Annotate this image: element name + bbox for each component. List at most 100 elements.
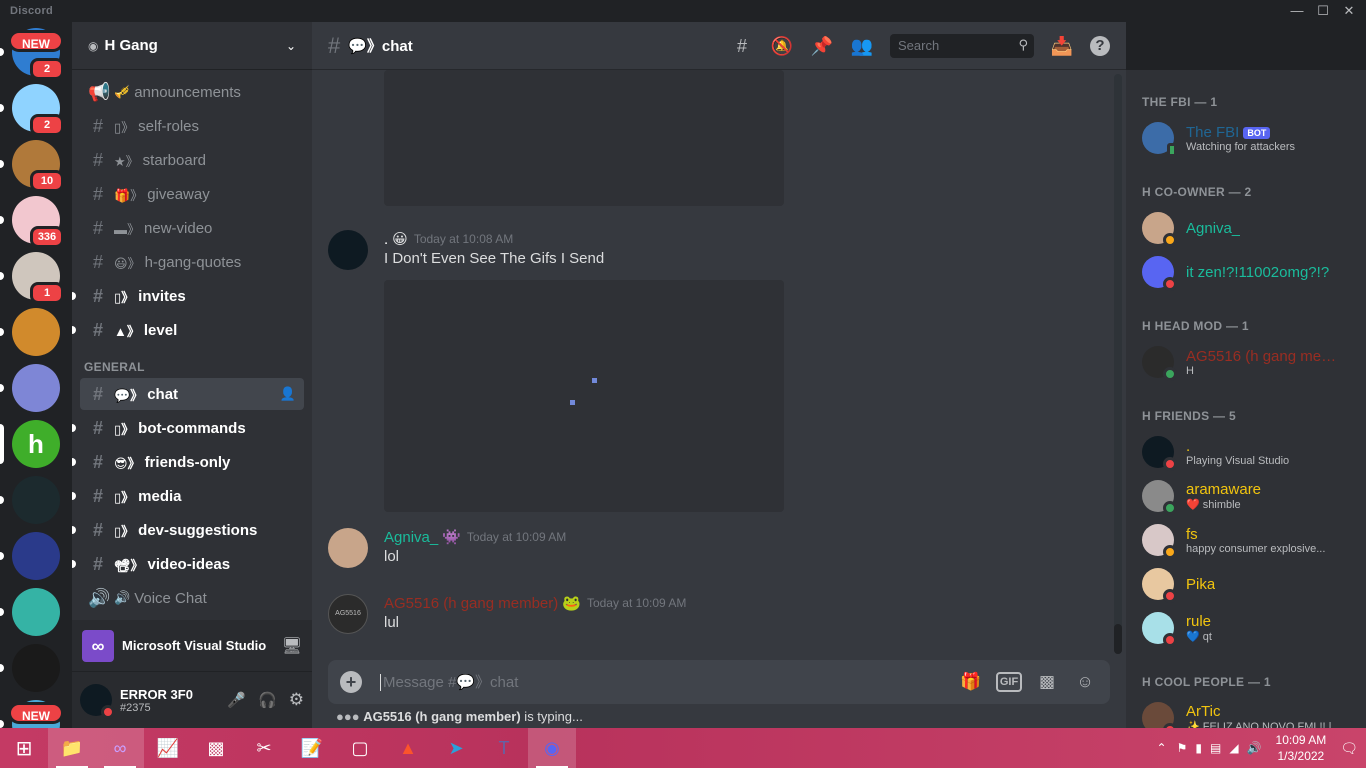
server-icon[interactable] <box>12 532 60 580</box>
message-avatar[interactable]: AG5516 <box>328 594 368 634</box>
message-author[interactable]: . <box>384 231 388 248</box>
visual-studio-taskbar-icon[interactable]: ∞ <box>96 728 144 768</box>
server-icon[interactable]: 336 <box>12 196 64 248</box>
channel-emoji-icon: 💬》 <box>114 387 144 403</box>
server-icon[interactable]: 10 <box>12 140 64 192</box>
brave-browser-icon[interactable]: ▲ <box>384 728 432 768</box>
server-icon[interactable] <box>12 308 60 356</box>
member-item[interactable]: AG5516 (h gang mem... H <box>1142 340 1358 384</box>
server-icon[interactable]: h <box>12 420 60 468</box>
upload-plus-button[interactable]: + <box>340 671 362 693</box>
user-avatar[interactable] <box>80 684 115 719</box>
member-status-text: happy consumer explosive... <box>1186 542 1326 555</box>
settings-gear-icon[interactable]: ⚙ <box>289 690 304 710</box>
tray-wifi-icon[interactable]: ◢ <box>1229 741 1238 755</box>
start-button[interactable]: ⊞ <box>0 728 48 768</box>
typing-indicator: ●●● AG5516 (h gang member) is typing... <box>336 709 583 724</box>
virtualbox-icon[interactable]: ▢ <box>336 728 384 768</box>
tray-chevron-up-icon[interactable]: ⌃ <box>1157 741 1167 755</box>
close-button[interactable]: ✕ <box>1332 2 1366 20</box>
gif-button[interactable]: GIF <box>996 672 1022 692</box>
member-item[interactable]: aramaware ❤️ shimble <box>1142 474 1358 518</box>
scrollbar-thumb[interactable] <box>1114 624 1122 654</box>
threads-icon[interactable]: # <box>730 34 754 58</box>
message-author[interactable]: AG5516 (h gang member) <box>384 595 558 612</box>
server-icon[interactable] <box>12 644 60 692</box>
microsoft-teams-icon[interactable]: T <box>480 728 528 768</box>
gift-icon[interactable]: 🎁 <box>958 669 984 695</box>
server-icon[interactable]: 2 <box>12 84 64 136</box>
screen-share-icon[interactable]: 🖥 <box>282 636 302 656</box>
telegram-icon[interactable]: ➤ <box>432 728 480 768</box>
channel-h-gang-quotes[interactable]: # 😃》 h-gang-quotes <box>80 246 304 278</box>
tray-flag-icon[interactable]: ⚑ <box>1177 741 1188 755</box>
help-icon[interactable]: ? <box>1090 35 1110 56</box>
snipping-tool-icon[interactable]: ✂ <box>240 728 288 768</box>
terminal-icon[interactable]: ▩ <box>192 728 240 768</box>
member-item[interactable]: fs happy consumer explosive... <box>1142 518 1358 562</box>
channel-starboard[interactable]: # ★》 starboard <box>80 144 304 176</box>
member-item[interactable]: Agniva_ <box>1142 206 1358 250</box>
category-general[interactable]: GENERAL <box>84 360 304 374</box>
mute-icon[interactable]: 🎤 <box>227 691 246 709</box>
file-explorer-icon[interactable]: 📁 <box>48 728 96 768</box>
member-item[interactable]: The FBI BOT Watching for attackers <box>1142 116 1358 160</box>
member-avatar <box>1142 524 1177 559</box>
hash-icon: # <box>92 115 103 136</box>
channel-title: 💬》chat <box>348 38 413 55</box>
notification-bell-muted-icon[interactable]: 🔕 <box>770 34 794 58</box>
channel-voice-chat[interactable]: 🔊 🔊 Voice Chat <box>80 582 304 614</box>
server-icon[interactable] <box>12 588 60 636</box>
search-input[interactable]: Search ⚲ <box>890 33 1034 58</box>
channel-announcements[interactable]: 📢 🎺 announcements <box>80 76 304 108</box>
member-item[interactable]: it zen!?!11002omg?!? <box>1142 250 1358 294</box>
channel-video-ideas[interactable]: # 📽》 video-ideas <box>72 548 304 580</box>
channel-level[interactable]: # ▲》 level <box>72 314 304 346</box>
channel-invites[interactable]: # ▯》 invites <box>72 280 304 312</box>
channel-new-video[interactable]: # ▬》 new-video <box>80 212 304 244</box>
tray-volume-icon[interactable]: 🔊 <box>1247 741 1262 755</box>
notepad-plus-plus-icon[interactable]: 📝 <box>288 728 336 768</box>
channel-self-roles[interactable]: # ▯》 self-roles <box>80 110 304 142</box>
channel-dev-suggestions[interactable]: # ▯》 dev-suggestions <box>72 514 304 546</box>
headphones-icon[interactable]: 🎧 <box>258 691 277 709</box>
channel-chat[interactable]: # 💬》 chat 👤 <box>80 378 304 410</box>
tray-network-icon[interactable]: ▤ <box>1210 741 1221 755</box>
member-list: THE FBI — 1 The FBI BOT Watching for attack… <box>1126 70 1366 728</box>
create-invite-icon[interactable]: 👤 <box>280 386 296 402</box>
chevron-down-icon[interactable]: ⌄ <box>286 39 296 53</box>
server-icon[interactable]: 1 <box>12 252 64 304</box>
emoji-picker-icon[interactable]: ☺ <box>1072 669 1098 695</box>
discord-taskbar-icon[interactable]: ◉ <box>528 728 576 768</box>
message-avatar[interactable] <box>328 528 368 568</box>
scrollbar-track[interactable] <box>1114 74 1122 654</box>
member-item[interactable]: . Playing Visual Studio <box>1142 430 1358 474</box>
tray-battery-icon[interactable]: ▮ <box>1195 741 1202 755</box>
message-author[interactable]: Agniva_ <box>384 529 438 546</box>
message-input[interactable] <box>380 673 946 691</box>
member-item[interactable]: Pika <box>1142 562 1358 606</box>
hash-icon: # <box>92 285 103 306</box>
member-item[interactable]: rule 💙 qt <box>1142 606 1358 650</box>
loading-dot <box>570 400 575 405</box>
server-icon[interactable] <box>12 476 60 524</box>
sticker-icon[interactable]: ▩ <box>1034 669 1060 695</box>
member-item[interactable]: ArTic ✨ FELIZ ANO NOVO FML!! |... <box>1142 696 1358 728</box>
member-name: Pika <box>1186 575 1216 593</box>
guild-header[interactable]: ◉ H Gang ⌄ <box>72 22 312 70</box>
channel-friends-only[interactable]: # 😎》 friends-only <box>72 446 304 478</box>
channel-name: dev-suggestions <box>138 521 258 539</box>
message-avatar[interactable] <box>328 230 368 270</box>
channel-media[interactable]: # ▯》 media <box>72 480 304 512</box>
system-tray: ⌃ ⚑ ▮ ▤ ◢ 🔊 10:09 AM 1/3/2022 🗨 <box>1157 728 1358 768</box>
taskbar-clock[interactable]: 10:09 AM 1/3/2022 <box>1276 732 1327 764</box>
channel-bot-commands[interactable]: # ▯》 bot-commands <box>72 412 304 444</box>
member-list-icon[interactable]: 👥 <box>850 34 874 58</box>
message-text: lul <box>384 614 400 631</box>
notification-center-icon[interactable]: 🗨 <box>1340 740 1358 757</box>
task-manager-icon[interactable]: 📈 <box>144 728 192 768</box>
inbox-icon[interactable]: 📥 <box>1050 34 1074 58</box>
server-icon[interactable] <box>12 364 60 412</box>
pin-icon[interactable]: 📌 <box>810 34 834 58</box>
channel-giveaway[interactable]: # 🎁》 giveaway <box>80 178 304 210</box>
